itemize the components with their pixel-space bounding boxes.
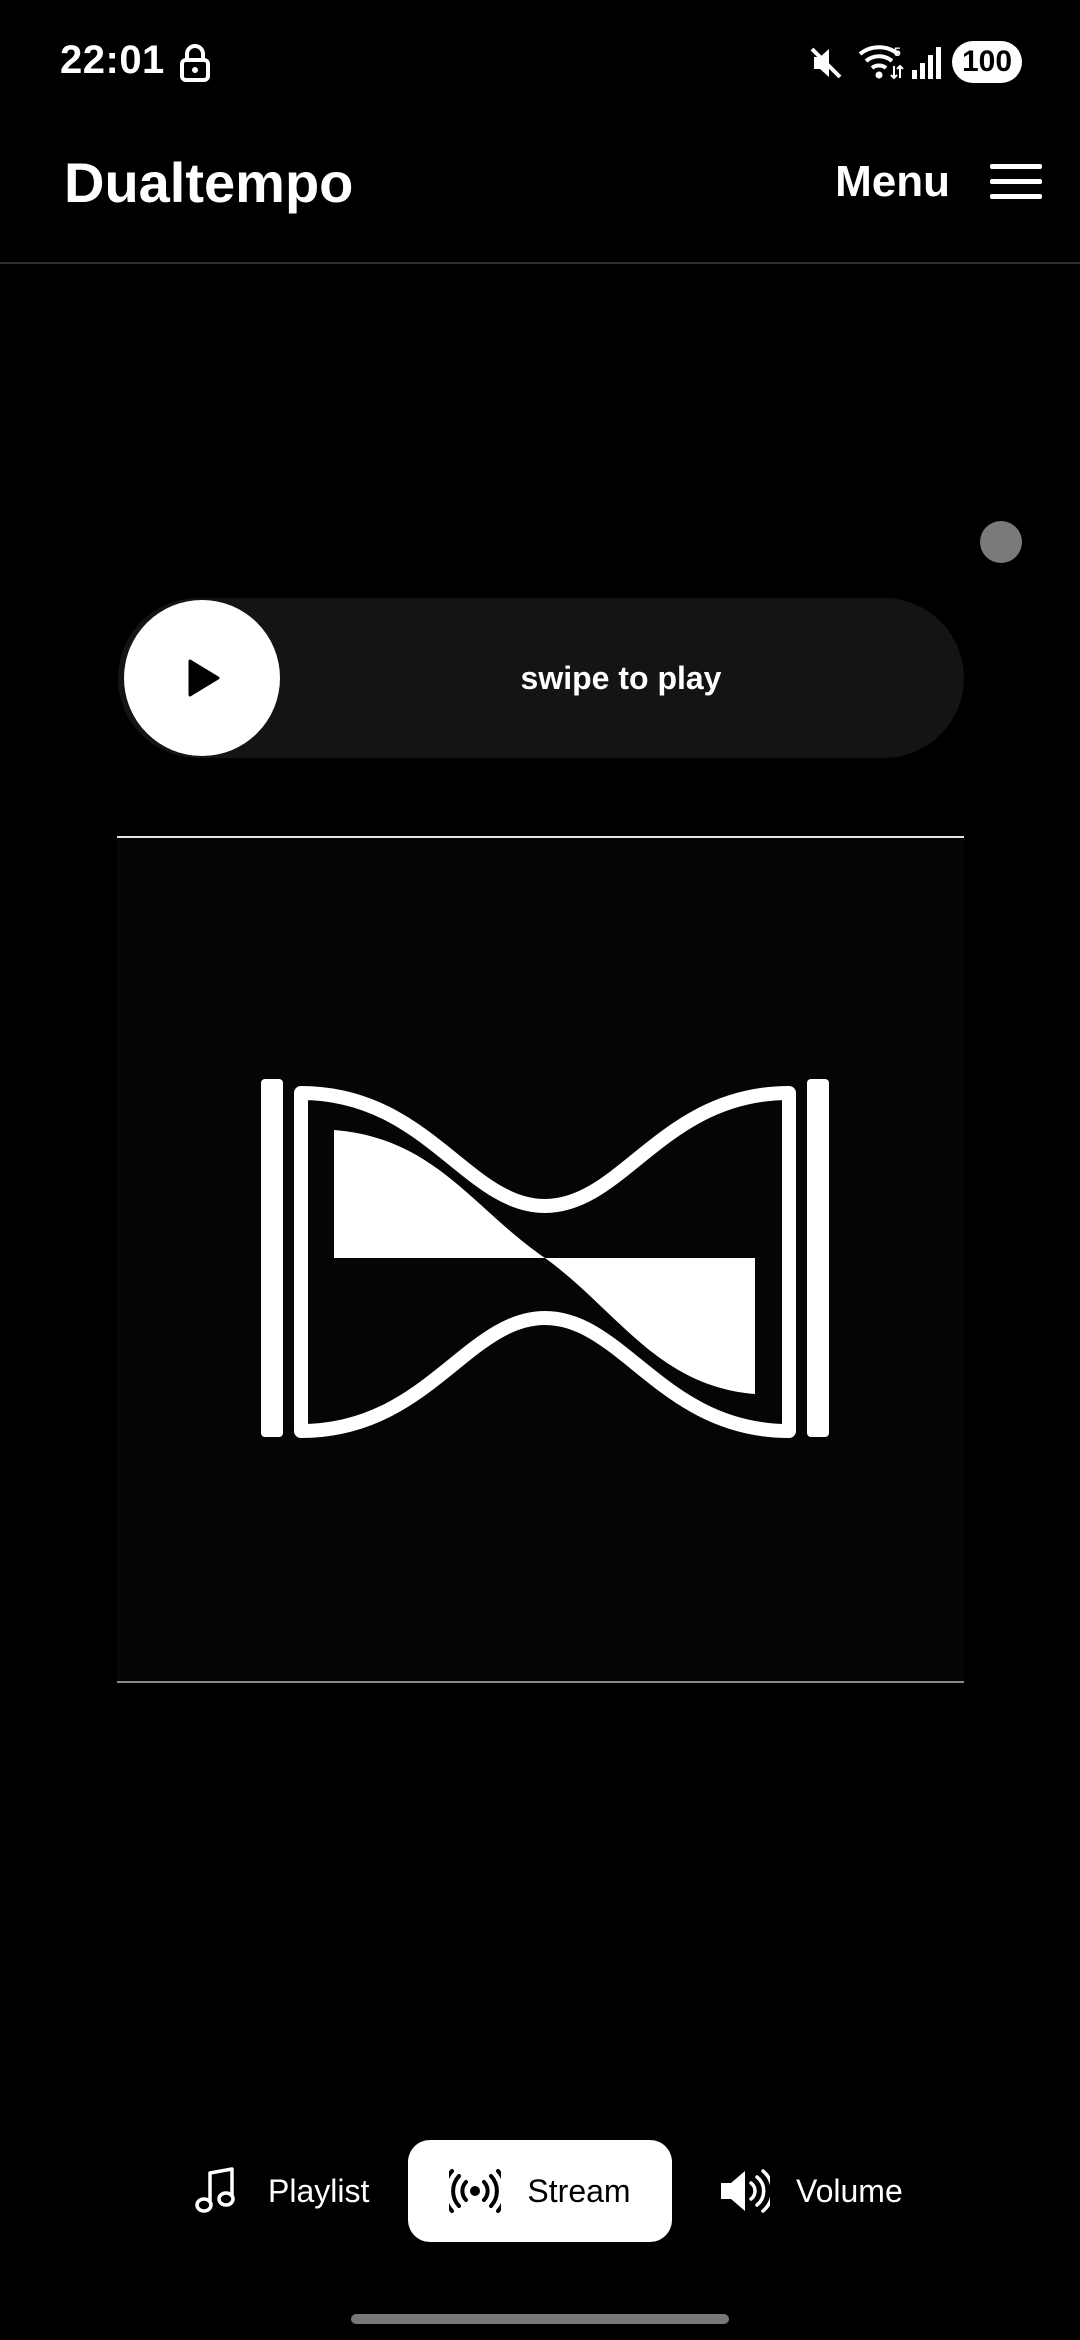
dualtempo-logo-icon [261, 1079, 829, 1438]
signal-icon [912, 47, 941, 79]
mute-icon [810, 47, 842, 79]
bottom-navigation: Playlist Stream Volume [0, 2140, 1080, 2242]
status-bar: 22:01 5 100 [0, 0, 1080, 120]
app-title: Dualtempo [64, 151, 354, 214]
nav-stream-button[interactable]: Stream [408, 2140, 672, 2242]
nav-playlist-button[interactable]: Playlist [190, 2140, 369, 2242]
nav-volume-label: Volume [796, 2172, 903, 2209]
svg-text:5: 5 [894, 45, 901, 59]
wifi-icon: 5 [858, 45, 904, 80]
play-icon [188, 659, 220, 697]
app-header: Dualtempo Menu [0, 120, 1080, 264]
nav-volume-button[interactable]: Volume [718, 2140, 903, 2242]
nav-stream-label: Stream [527, 2172, 631, 2209]
album-artwork [117, 836, 964, 1683]
broadcast-icon [449, 2169, 502, 2213]
volume-icon [721, 2169, 770, 2213]
play-slider-knob[interactable] [124, 600, 280, 756]
status-time: 22:01 [60, 38, 165, 82]
connection-indicator-dot [980, 521, 1022, 563]
swipe-label: swipe to play [520, 660, 722, 696]
menu-label: Menu [835, 157, 950, 206]
hamburger-icon [990, 164, 1042, 199]
lock-icon [180, 44, 210, 82]
nav-playlist-label: Playlist [268, 2172, 370, 2209]
app-screen: 22:01 5 100 Dualtempo Menu swipe to play… [0, 0, 1080, 2340]
menu-button[interactable]: Menu [835, 150, 1042, 214]
swipe-to-play-slider[interactable]: swipe to play [118, 598, 964, 758]
home-indicator[interactable] [351, 2314, 729, 2324]
music-note-icon [195, 2167, 235, 2213]
battery-indicator: 100 [952, 41, 1022, 83]
